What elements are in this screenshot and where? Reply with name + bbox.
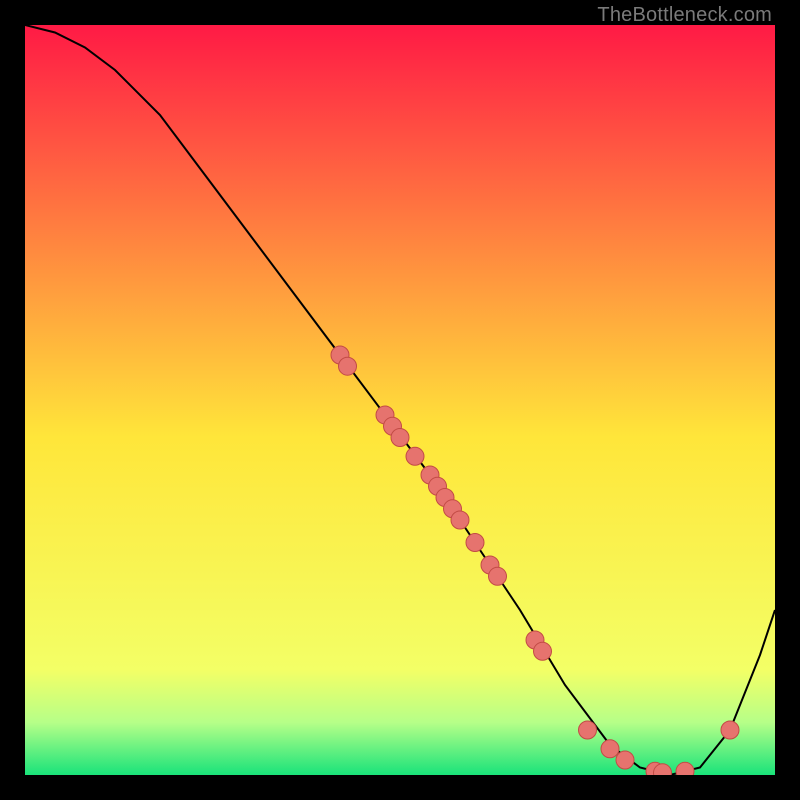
data-point <box>339 357 357 375</box>
chart-svg <box>25 25 775 775</box>
data-point <box>451 511 469 529</box>
data-point <box>601 740 619 758</box>
gradient-background <box>25 25 775 775</box>
data-point <box>721 721 739 739</box>
data-point <box>676 762 694 775</box>
data-point <box>534 642 552 660</box>
plot-area <box>25 25 775 775</box>
data-point <box>406 447 424 465</box>
data-point <box>391 429 409 447</box>
chart-frame: TheBottleneck.com <box>0 0 800 800</box>
data-point <box>579 721 597 739</box>
data-point <box>466 534 484 552</box>
data-point <box>489 567 507 585</box>
attribution-text: TheBottleneck.com <box>597 4 772 27</box>
data-point <box>616 751 634 769</box>
